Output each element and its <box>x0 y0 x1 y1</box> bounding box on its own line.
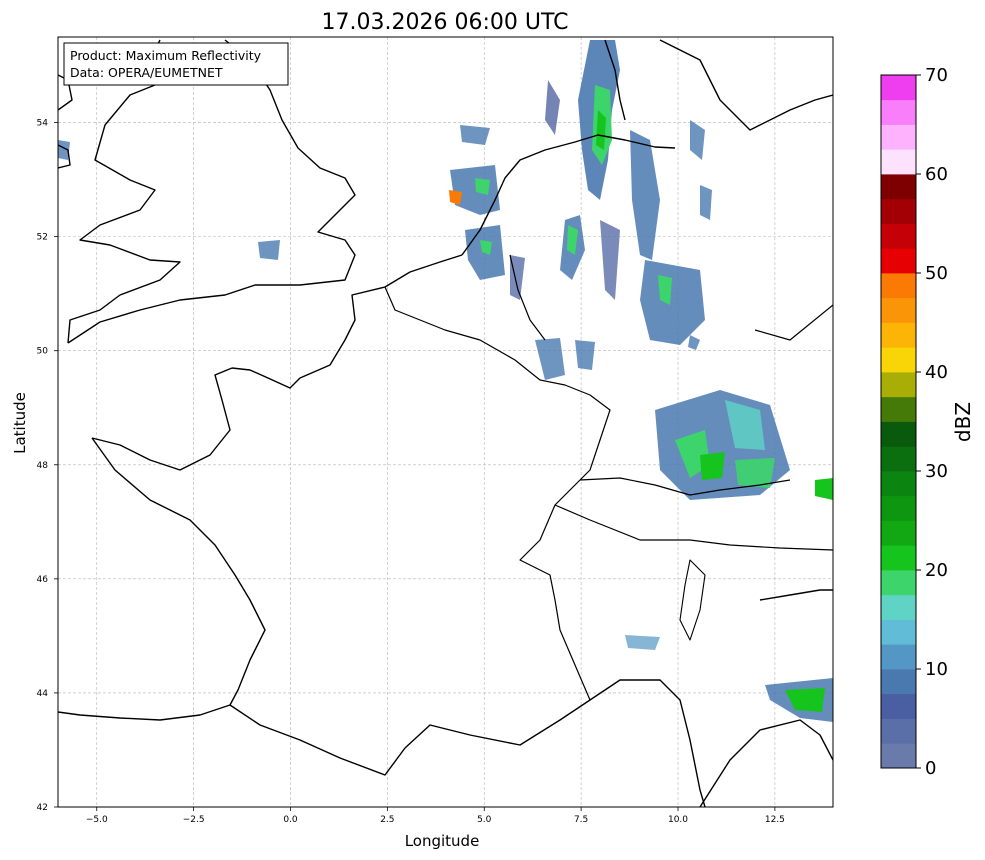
echo-region <box>460 125 490 145</box>
colorbar-segment <box>881 198 916 224</box>
colorbar-segment <box>881 372 916 398</box>
colorbar-segment <box>881 693 916 719</box>
y-axis-label: Latitude <box>11 392 29 454</box>
colorbar-tick-label: 50 <box>925 263 948 284</box>
colorbar-segment <box>881 149 916 175</box>
echo-region <box>575 340 595 370</box>
echo-region <box>700 185 712 220</box>
colorbar-segment <box>881 594 916 620</box>
x-tick-label: 5.0 <box>477 815 492 825</box>
colorbar-label: dBZ <box>951 402 975 442</box>
echo-region <box>700 452 725 480</box>
colorbar-segment <box>881 669 916 695</box>
colorbar-segment <box>881 322 916 348</box>
colorbar-segment <box>881 396 916 422</box>
y-tick-label: 54 <box>37 119 49 129</box>
colorbar-segment <box>881 223 916 249</box>
info-box: Product: Maximum Reflectivity Data: OPER… <box>63 42 289 86</box>
colorbar-tick-label: 10 <box>925 659 948 680</box>
colorbar-tick-label: 0 <box>925 758 936 779</box>
colorbar-tick-label: 40 <box>925 362 948 383</box>
echo-region <box>625 635 660 650</box>
y-tick-label: 48 <box>37 461 49 471</box>
colorbar-ticks: 0 10 20 30 40 50 60 70 <box>916 65 948 779</box>
colorbar-segment <box>881 124 916 150</box>
colorbar-segment <box>881 495 916 521</box>
colorbar-segment <box>881 743 916 769</box>
colorbar-segment <box>881 99 916 125</box>
info-product: Product: Maximum Reflectivity <box>70 48 262 63</box>
colorbar-segment <box>881 570 916 596</box>
x-axis-ticks: −5.0 −2.5 0.0 2.5 5.0 7.5 10.0 12.5 <box>86 807 785 825</box>
colorbar-segment <box>881 619 916 645</box>
colorbar-segment <box>881 446 916 472</box>
colorbar-tick-label: 20 <box>925 560 948 581</box>
colorbar-tick-label: 70 <box>925 65 948 86</box>
map-figure: 17.03.2026 06:00 UTC −5.0 −2.5 0.0 2.5 5… <box>11 10 975 850</box>
colorbar-segment <box>881 174 916 200</box>
echo-region <box>258 240 280 260</box>
x-axis-label: Longitude <box>405 832 480 850</box>
colorbar-segment <box>881 545 916 571</box>
colorbar-segment <box>881 75 916 101</box>
x-tick-label: 0.0 <box>283 815 298 825</box>
x-tick-label: 12.5 <box>765 815 785 825</box>
colorbar-segment <box>881 520 916 546</box>
colorbar-segment <box>881 297 916 323</box>
colorbar-segment <box>881 248 916 274</box>
colorbar-tick-label: 60 <box>925 164 948 185</box>
colorbar-segment <box>881 347 916 373</box>
colorbar-segment <box>881 718 916 744</box>
y-tick-label: 46 <box>37 575 49 585</box>
colorbar-segment <box>881 421 916 447</box>
y-tick-label: 44 <box>37 689 49 699</box>
colorbar <box>881 75 916 769</box>
y-tick-label: 52 <box>37 233 48 243</box>
colorbar-segment <box>881 471 916 497</box>
x-tick-label: 2.5 <box>380 815 394 825</box>
x-tick-label: −5.0 <box>86 815 108 825</box>
x-tick-label: 10.0 <box>668 815 688 825</box>
colorbar-segment <box>881 644 916 670</box>
colorbar-segment <box>881 273 916 299</box>
x-tick-label: 7.5 <box>574 815 588 825</box>
colorbar-tick-label: 30 <box>925 461 948 482</box>
x-tick-label: −2.5 <box>183 815 205 825</box>
info-data-source: Data: OPERA/EUMETNET <box>70 65 223 80</box>
y-tick-label: 50 <box>37 347 49 357</box>
map-title: 17.03.2026 06:00 UTC <box>322 10 569 35</box>
y-tick-label: 42 <box>37 803 48 813</box>
y-axis-ticks: 42 44 46 48 50 52 54 <box>37 119 58 813</box>
